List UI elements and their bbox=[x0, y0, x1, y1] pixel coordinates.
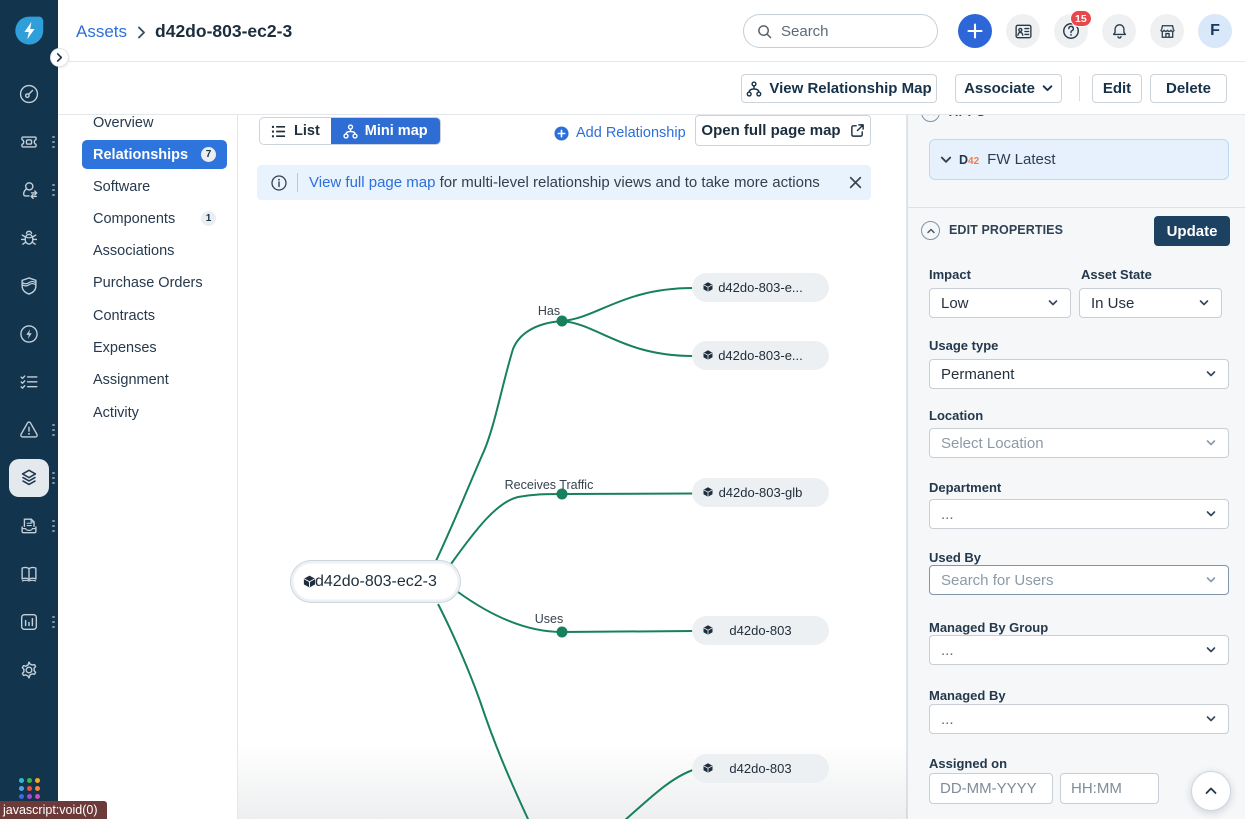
svg-text:Receives Traffic: Receives Traffic bbox=[505, 478, 594, 492]
svg-text:Uses: Uses bbox=[535, 612, 563, 626]
svg-text:Has: Has bbox=[538, 304, 560, 318]
